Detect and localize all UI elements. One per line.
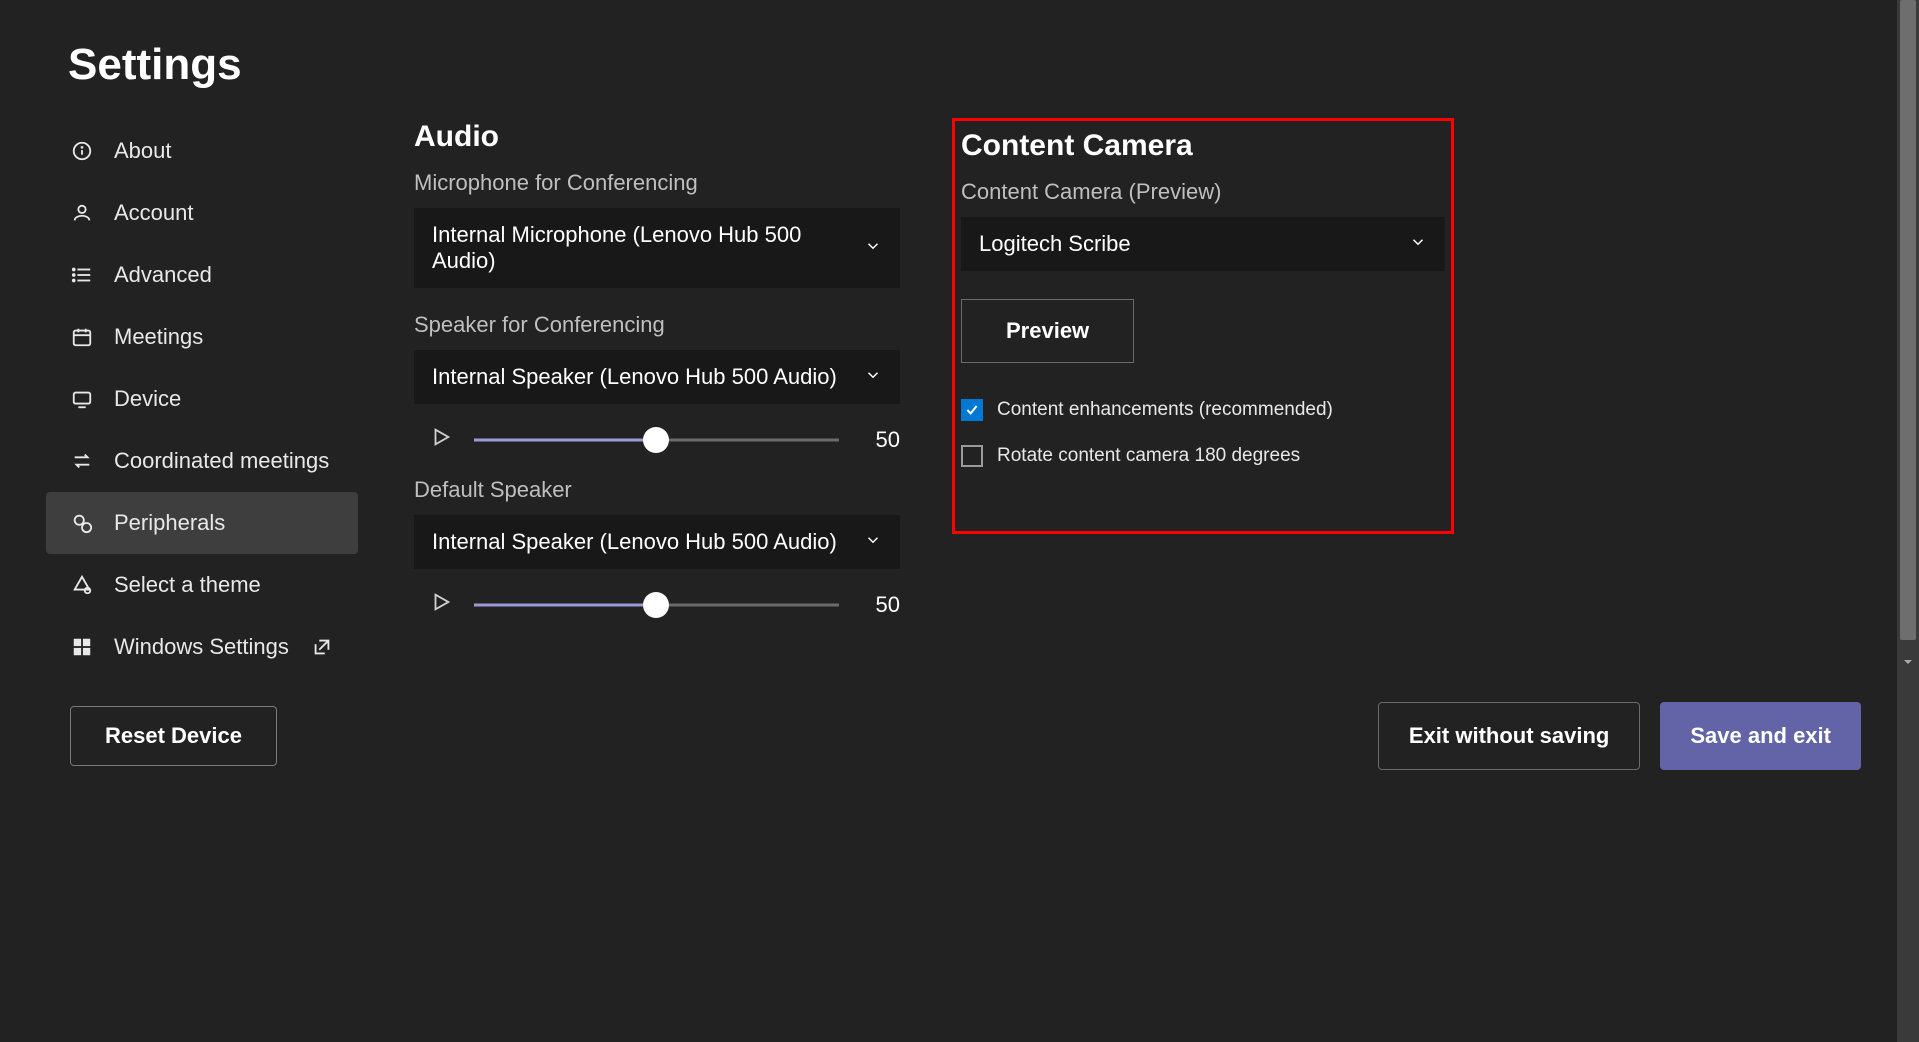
content-camera-value: Logitech Scribe bbox=[979, 231, 1131, 257]
speaker-conf-volume-row: 50 bbox=[414, 426, 900, 453]
default-speaker-volume-row: 50 bbox=[414, 591, 900, 618]
mic-value: Internal Microphone (Lenovo Hub 500 Audi… bbox=[432, 222, 864, 274]
default-speaker-label: Default Speaker bbox=[414, 477, 900, 503]
sidebar-item-meetings[interactable]: Meetings bbox=[46, 306, 358, 368]
sidebar-item-peripherals[interactable]: Peripherals bbox=[46, 492, 358, 554]
speaker-conf-volume-value: 50 bbox=[861, 427, 900, 453]
slider-fill bbox=[474, 603, 656, 606]
slider-fill bbox=[474, 438, 656, 441]
enhancements-row: Content enhancements (recommended) bbox=[961, 399, 1445, 421]
scrollbar-down-icon[interactable] bbox=[1900, 654, 1916, 670]
chevron-down-icon bbox=[864, 529, 882, 555]
chevron-down-icon bbox=[864, 364, 882, 390]
sidebar-item-label: Coordinated meetings bbox=[114, 448, 329, 474]
sidebar-item-label: About bbox=[114, 138, 172, 164]
windows-icon bbox=[70, 635, 94, 659]
default-speaker-value: Internal Speaker (Lenovo Hub 500 Audio) bbox=[432, 529, 837, 555]
footer-actions: Exit without saving Save and exit bbox=[1378, 702, 1861, 770]
page-title: Settings bbox=[68, 40, 242, 90]
scrollbar[interactable] bbox=[1897, 0, 1919, 1042]
mic-dropdown[interactable]: Internal Microphone (Lenovo Hub 500 Audi… bbox=[414, 208, 900, 288]
settings-sidebar: About Account Advanced Meetings Device C… bbox=[46, 120, 358, 766]
sidebar-item-about[interactable]: About bbox=[46, 120, 358, 182]
play-icon[interactable] bbox=[430, 591, 452, 618]
sidebar-item-label: Meetings bbox=[114, 324, 203, 350]
sidebar-item-label: Advanced bbox=[114, 262, 212, 288]
preview-button[interactable]: Preview bbox=[961, 299, 1134, 363]
rotate-row: Rotate content camera 180 degrees bbox=[961, 445, 1445, 467]
peripherals-icon bbox=[70, 511, 94, 535]
save-and-exit-button[interactable]: Save and exit bbox=[1660, 702, 1861, 770]
scrollbar-thumb[interactable] bbox=[1900, 0, 1916, 640]
sidebar-item-device[interactable]: Device bbox=[46, 368, 358, 430]
mic-label: Microphone for Conferencing bbox=[414, 170, 900, 196]
sidebar-item-account[interactable]: Account bbox=[46, 182, 358, 244]
default-speaker-dropdown[interactable]: Internal Speaker (Lenovo Hub 500 Audio) bbox=[414, 515, 900, 569]
chevron-down-icon bbox=[864, 235, 882, 261]
play-icon[interactable] bbox=[430, 426, 452, 453]
calendar-icon bbox=[70, 325, 94, 349]
audio-section: Audio Microphone for Conferencing Intern… bbox=[414, 120, 900, 618]
sidebar-item-label: Account bbox=[114, 200, 194, 226]
info-icon bbox=[70, 139, 94, 163]
default-speaker-volume-value: 50 bbox=[861, 592, 900, 618]
speaker-conf-label: Speaker for Conferencing bbox=[414, 312, 900, 338]
content-camera-dropdown[interactable]: Logitech Scribe bbox=[961, 217, 1445, 271]
enhancements-label: Content enhancements (recommended) bbox=[997, 399, 1333, 421]
content-camera-preview-label: Content Camera (Preview) bbox=[961, 179, 1445, 205]
chevron-down-icon bbox=[1409, 231, 1427, 257]
sidebar-item-label: Select a theme bbox=[114, 572, 261, 598]
swap-icon bbox=[70, 449, 94, 473]
audio-title: Audio bbox=[414, 120, 900, 154]
sidebar-item-coordinated[interactable]: Coordinated meetings bbox=[46, 430, 358, 492]
reset-device-button[interactable]: Reset Device bbox=[70, 706, 277, 766]
speaker-conf-volume-slider[interactable] bbox=[474, 428, 839, 452]
theme-icon bbox=[70, 573, 94, 597]
sidebar-item-windows-settings[interactable]: Windows Settings bbox=[46, 616, 358, 678]
sidebar-item-advanced[interactable]: Advanced bbox=[46, 244, 358, 306]
speaker-conf-value: Internal Speaker (Lenovo Hub 500 Audio) bbox=[432, 364, 837, 390]
sidebar-item-theme[interactable]: Select a theme bbox=[46, 554, 358, 616]
sidebar-item-label: Device bbox=[114, 386, 181, 412]
list-icon bbox=[70, 263, 94, 287]
default-speaker-volume-slider[interactable] bbox=[474, 593, 839, 617]
sidebar-item-label: Windows Settings bbox=[114, 634, 289, 660]
rotate-checkbox[interactable] bbox=[961, 445, 983, 467]
external-link-icon bbox=[310, 635, 334, 659]
speaker-conf-dropdown[interactable]: Internal Speaker (Lenovo Hub 500 Audio) bbox=[414, 350, 900, 404]
person-icon bbox=[70, 201, 94, 225]
enhancements-checkbox[interactable] bbox=[961, 399, 983, 421]
monitor-icon bbox=[70, 387, 94, 411]
slider-thumb[interactable] bbox=[643, 427, 669, 453]
rotate-label: Rotate content camera 180 degrees bbox=[997, 445, 1300, 467]
slider-thumb[interactable] bbox=[643, 592, 669, 618]
exit-without-saving-button[interactable]: Exit without saving bbox=[1378, 702, 1640, 770]
content-camera-title: Content Camera bbox=[961, 129, 1445, 163]
content-camera-section: Content Camera Content Camera (Preview) … bbox=[952, 118, 1454, 534]
sidebar-item-label: Peripherals bbox=[114, 510, 225, 536]
